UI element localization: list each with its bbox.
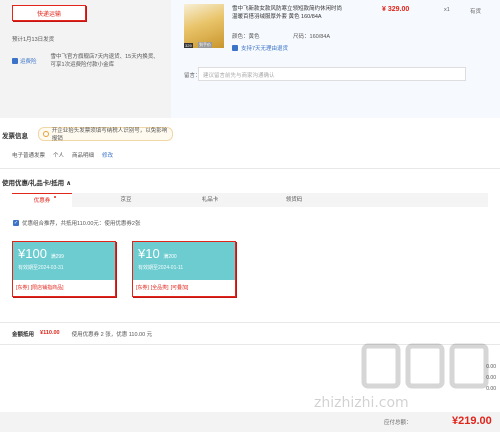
size-value: 160/84A [309, 34, 331, 40]
product-color: 颜色：黄色 [232, 32, 260, 40]
section-divider [0, 168, 500, 169]
coupon-expiry: 有效期至2024-01-11 [138, 265, 184, 271]
product-size: 尺码：160/84A [293, 32, 330, 40]
invoice-tip-text: 开企业抬头发票须填写纳税人识别号，以免影响报销 [51, 128, 168, 142]
coupon-tag: [全品类] [150, 285, 169, 291]
coupon-tag: [东券] [136, 285, 149, 291]
invoice-content: 商品明细 [72, 153, 95, 159]
total-bar [0, 412, 500, 432]
product-price: ¥ 329.00 [382, 6, 410, 13]
coupon-amount: ¥100 [18, 246, 47, 261]
coupon-section-title[interactable]: 使用优惠/礼品卡/抵用 ∧ [2, 177, 71, 187]
price-badge: 329 [184, 43, 193, 48]
invoice-title: 发票信息 [2, 133, 28, 140]
color-value: 黄色 [248, 34, 260, 40]
checkbox-checked-icon[interactable]: ✓ [13, 220, 19, 226]
coupon-usage-summary: 金额抵用 ¥110.00 使用优惠券 2 张，优惠 110.00 元 [12, 330, 152, 338]
return-policy-tag: 支持7天无理由退货 [232, 44, 288, 52]
coupon-card[interactable]: ¥10 满200 有效期至2024-01-11 [东券] [全品类] [可叠加] [132, 241, 236, 297]
deduction-detail: 使用优惠券 2 张，优惠 110.00 元 [71, 332, 153, 338]
checkout-page: 快递运输 预计1月13日发货 运费险 雪中飞官方旗舰店7天内退货、15天内换货、… [0, 0, 500, 432]
color-label: 颜色： [232, 34, 249, 40]
tab-coupons[interactable]: 优惠券 [12, 193, 72, 207]
notice-dot-icon [54, 196, 56, 198]
tab-jd-beans[interactable]: 京豆 [96, 193, 156, 207]
invoice-edit-link[interactable]: 修改 [102, 151, 113, 159]
size-label: 尺码： [293, 34, 310, 40]
coupon-tag: [限店铺指商品] [30, 285, 64, 291]
product-quantity: x1 [444, 7, 450, 13]
stock-status: 有货 [470, 9, 482, 15]
watermark-logo [361, 343, 489, 389]
coupon-condition: 满200 [163, 254, 177, 260]
coupon-tabs: 优惠券 京豆 礼品卡 领货码 [12, 193, 488, 207]
deduction-label: 金额抵用 [12, 332, 35, 338]
delivery-date: 预计1月13日发货 [12, 37, 55, 43]
tab-redeem-code[interactable]: 领货码 [264, 193, 324, 207]
coupon-tag: [东券] [16, 285, 29, 291]
store-note: 雪中飞官方旗舰店7天内退货、15天内换货、可享1次运费险付款小金库 [50, 54, 159, 68]
total-label: 应付总额： [384, 420, 412, 426]
watermark-text: zhizhizhi.com [314, 395, 409, 411]
invoice-details: 电子普通发票 个人 商品明细 修改 [12, 151, 113, 159]
coupon-card[interactable]: ¥100 满299 有效期至2024-03-31 [东券] [限店铺指商品] [12, 241, 116, 297]
freight-insurance-label: 运费险 [20, 59, 37, 65]
coupon-tag: [可叠加] [170, 285, 189, 291]
return-icon [232, 45, 238, 51]
coupon-section-label: 使用优惠/礼品卡/抵用 [2, 180, 65, 187]
coupon-combo-text: 优惠组合推荐，共抵用110.00元：使用优惠券2张 [22, 221, 141, 227]
freight-insurance-tag[interactable]: 运费险 [12, 53, 37, 69]
coupon-combo[interactable]: ✓ 优惠组合推荐，共抵用110.00元：使用优惠券2张 [13, 219, 140, 227]
shield-icon [12, 58, 18, 64]
section-divider [0, 322, 500, 323]
final-price-badge: 到手价 [198, 42, 212, 48]
return-policy-label: 支持7天无理由退货 [241, 46, 289, 52]
coupon-amount: ¥10 [138, 246, 160, 261]
product-title[interactable]: 雪中飞新款女款风防寒立领短款简约休闲时尚温暖百搭羽绒服厚外套 黄色 160/84… [232, 5, 344, 21]
invoice-header: 个人 [53, 153, 65, 159]
tab-gift-card[interactable]: 礼品卡 [180, 193, 240, 207]
coupon-expiry: 有效期至2024-03-31 [18, 265, 64, 271]
deduction-amount: ¥110.00 [40, 330, 60, 336]
lightbulb-icon [43, 131, 49, 137]
product-image[interactable]: 329 到手价 [184, 4, 224, 48]
remark-input[interactable]: 建议留言前先与商家沟通确认 [198, 67, 466, 81]
chevron-up-icon: ∧ [65, 180, 72, 187]
invoice-tip: 开企业抬头发票须填写纳税人识别号，以免影响报销 [38, 127, 173, 142]
store-service: 运费险 雪中飞官方旗舰店7天内退货、15天内换货、可享1次运费险付款小金库 [12, 53, 162, 69]
shipping-method-button[interactable]: 快递运输 [12, 5, 86, 21]
total-amount: ¥219.00 [452, 415, 492, 427]
invoice-type: 电子普通发票 [12, 153, 46, 159]
coupon-condition: 满299 [50, 254, 64, 260]
